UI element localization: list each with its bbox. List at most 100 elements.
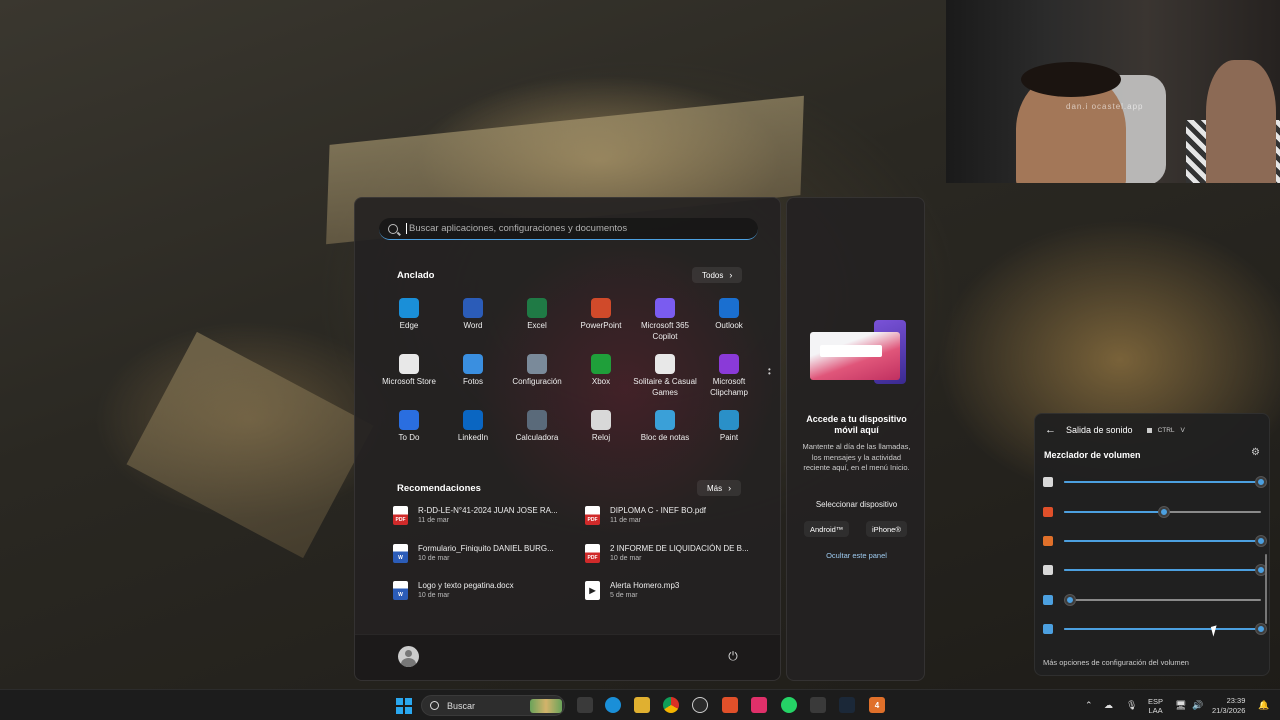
language-indicator[interactable]: ESP LAA (1148, 690, 1163, 720)
app-check-icon[interactable] (1043, 595, 1053, 605)
volume-slider-fill (1064, 511, 1165, 513)
volume-slider-thumb[interactable] (1159, 507, 1170, 517)
pinned-app-label: Outlook (715, 321, 743, 330)
volume-icon[interactable]: 🔊 (1192, 690, 1203, 720)
illustration-call-bar (820, 345, 882, 357)
user-avatar[interactable] (398, 646, 419, 667)
more-label: Más (707, 483, 723, 493)
chrome-icon[interactable] (663, 697, 679, 713)
cloud-icon[interactable]: ☁ (1104, 690, 1113, 720)
gear-icon[interactable]: ⚙ (1251, 447, 1260, 458)
volume-slider[interactable] (1064, 565, 1266, 575)
notification-bell-icon[interactable]: 🔔 (1258, 690, 1269, 720)
recommended-item[interactable]: PDF 2 INFORME DE LIQUIDACIÓN DE B... 10 de… (585, 543, 753, 582)
recommended-item[interactable]: PDF DIPLOMA C - INEF BO.pdf 11 de mar (585, 506, 753, 544)
volume-row (1043, 563, 1266, 577)
pinned-app-label: To Do (398, 433, 420, 442)
more-recommended-button[interactable]: Más › (697, 480, 742, 496)
clock[interactable]: 23:39 21/3/2026 (1212, 690, 1245, 720)
pinned-app[interactable]: Solitaire & Casual Games (633, 352, 697, 408)
more-volume-settings-link[interactable]: Más opciones de configuración del volume… (1043, 658, 1189, 667)
recommended-item-name: Formulario_Finiquito DANIEL BURG... (418, 543, 554, 553)
store-icon (399, 354, 419, 374)
shortcut-key-2: V (1180, 426, 1185, 434)
pinned-app[interactable]: Paint (697, 408, 761, 464)
file-explorer-icon[interactable] (634, 697, 650, 713)
pinned-app[interactable]: Edge (377, 296, 441, 352)
xbox-icon (591, 354, 611, 374)
brave-icon[interactable] (1043, 507, 1053, 517)
tiktok-icon[interactable] (751, 697, 767, 713)
app-icon[interactable] (692, 697, 708, 713)
microphone-icon[interactable]: 🎙 (1126, 690, 1137, 720)
start-search-input[interactable] (409, 223, 749, 234)
iphone-button[interactable]: iPhone® (866, 521, 907, 537)
show-hidden-icons[interactable]: ⌃ (1085, 690, 1093, 720)
volume-slider[interactable] (1064, 595, 1261, 605)
steam-icon[interactable] (1043, 565, 1053, 575)
pinned-app[interactable]: Word (441, 296, 505, 352)
recommended-item[interactable]: ▶ Alerta Homero.mp3 5 de mar (585, 581, 753, 619)
volume-slider[interactable] (1064, 536, 1266, 546)
recommended-item[interactable]: W Formulario_Finiquito DANIEL BURG... 10 d… (393, 543, 585, 582)
mixer-scrollbar[interactable] (1265, 554, 1267, 624)
volume-slider-thumb[interactable] (1064, 595, 1075, 605)
whatsapp-icon[interactable] (781, 697, 797, 713)
webcam-person-1-hair (1021, 62, 1121, 97)
app-1-icon[interactable] (1043, 477, 1053, 487)
page-dots-icon[interactable]: • • (768, 366, 771, 378)
android-button[interactable]: Android™ (804, 521, 850, 537)
pinned-app[interactable]: LinkedIn (441, 408, 505, 464)
pinned-app[interactable]: Xbox (569, 352, 633, 408)
recommended-item-date: 10 de mar (418, 554, 450, 562)
taskbar-search[interactable]: Buscar (421, 695, 565, 716)
volume-slider-thumb[interactable] (1256, 477, 1266, 487)
hide-panel-link[interactable]: Ocultar este panel (795, 551, 918, 560)
all-apps-button[interactable]: Todos › (692, 267, 743, 283)
recommended-item[interactable]: PDF R-DD-LE-N°41-2024 JUAN JOSE RA... 11 d… (393, 506, 585, 544)
chevron-right-icon: › (728, 483, 732, 493)
webcam-watermark: dan.i ocastel.app (1066, 102, 1144, 111)
steam-icon[interactable] (839, 697, 855, 713)
pinned-app[interactable]: Calculadora (505, 408, 569, 464)
paint-icon (719, 410, 739, 430)
app-4-icon[interactable] (1043, 536, 1053, 546)
volume-slider-fill (1064, 569, 1261, 571)
start-button[interactable] (396, 698, 412, 714)
copilot-icon (655, 298, 675, 318)
start-search-box[interactable] (379, 218, 758, 240)
edge-taskbar-icon[interactable] (605, 697, 621, 713)
pinned-app[interactable]: Microsoft Clipchamp (697, 352, 761, 408)
recommended-item[interactable]: W Logo y texto pegatina.docx 10 de mar (393, 581, 585, 619)
pinned-app[interactable]: Bloc de notas (633, 408, 697, 464)
volume-slider[interactable] (1064, 477, 1266, 487)
pinned-app[interactable]: Excel (505, 296, 569, 352)
volume-slider-thumb[interactable] (1256, 536, 1266, 546)
volume-slider[interactable] (1064, 624, 1266, 634)
outlook-icon (719, 298, 739, 318)
pinned-app[interactable]: Fotos (441, 352, 505, 408)
app-2-icon[interactable] (810, 697, 826, 713)
pinned-app[interactable]: Microsoft Store (377, 352, 441, 408)
back-arrow-icon[interactable]: ← (1045, 424, 1056, 436)
app-4-taskbar-icon[interactable]: 4 (869, 697, 885, 713)
pinned-app[interactable]: To Do (377, 408, 441, 464)
settings-icon (527, 354, 547, 374)
power-icon[interactable]: ⏻ (725, 649, 741, 665)
volume-slider-thumb[interactable] (1256, 624, 1266, 634)
clock-time: 23:39 (1226, 695, 1246, 705)
webcam-overlay: dan.i ocastel.app (946, 0, 1280, 183)
pinned-app-label: Excel (527, 321, 547, 330)
volume-slider[interactable] (1064, 507, 1261, 517)
pinned-app[interactable]: Outlook (697, 296, 761, 352)
notepad-icon (655, 410, 675, 430)
pinned-app[interactable]: Configuración (505, 352, 569, 408)
task-view-icon[interactable] (577, 697, 593, 713)
pinned-app[interactable]: Microsoft 365 Copilot (633, 296, 697, 352)
pinned-app[interactable]: Reloj (569, 408, 633, 464)
pinned-app[interactable]: PowerPoint (569, 296, 633, 352)
start-footer: ⏻ (355, 634, 780, 680)
app-check2-icon[interactable] (1043, 624, 1053, 634)
brave-icon[interactable] (722, 697, 738, 713)
network-icon[interactable]: 🖥 (1175, 690, 1186, 720)
